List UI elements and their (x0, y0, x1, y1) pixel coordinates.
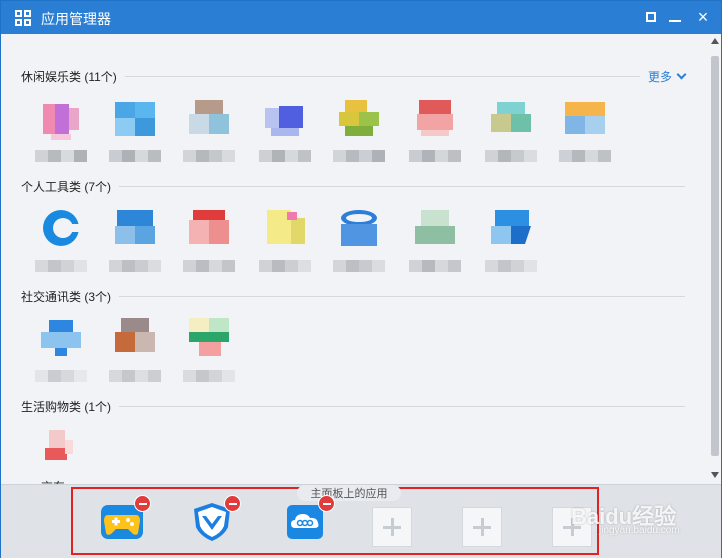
app-icon (115, 210, 155, 244)
remove-icon[interactable] (318, 495, 335, 512)
minimize-button[interactable] (665, 7, 685, 27)
title-bar: 应用管理器 × (1, 1, 721, 34)
restore-icon (646, 12, 656, 22)
scrollbar-thumb[interactable] (711, 56, 719, 456)
app-icon (341, 210, 377, 246)
app-item[interactable] (553, 96, 617, 168)
app-name-blurred (485, 150, 537, 162)
watermark-url: jingyan.baidu.com (599, 525, 680, 536)
app-item-jd[interactable]: 京东 (21, 426, 85, 484)
app-name-blurred (333, 260, 385, 272)
app-icon (339, 100, 379, 136)
app-name-blurred (259, 260, 311, 272)
app-icon (417, 100, 453, 136)
section-label: 个人工具类 (7个) (21, 178, 120, 195)
section-label: 休闲娱乐类 (11个) (21, 68, 125, 85)
app-item[interactable] (177, 316, 241, 388)
app-icon (189, 100, 229, 134)
scroll-up-icon[interactable] (711, 38, 719, 44)
app-item[interactable] (29, 96, 93, 168)
app-item[interactable] (327, 96, 391, 168)
app-item[interactable] (29, 206, 93, 278)
chevron-down-icon (676, 69, 687, 80)
app-grid-icon (15, 10, 31, 26)
minimize-icon (669, 20, 681, 22)
app-icon (115, 318, 155, 352)
app-icon (265, 106, 303, 136)
app-name-blurred (183, 260, 235, 272)
app-item[interactable] (253, 206, 317, 278)
section-divider (21, 406, 685, 407)
app-icon (189, 210, 229, 244)
app-icon (415, 210, 455, 244)
skin-button[interactable] (641, 7, 661, 27)
section-social: 社交通讯类 (3个) (21, 288, 685, 305)
app-name-blurred (259, 150, 311, 162)
app-icon (267, 210, 305, 244)
app-name-blurred (35, 150, 87, 162)
app-name-blurred (183, 150, 235, 162)
baidu-jingyan-watermark: Baidu经验 jingyan.baidu.com (571, 499, 680, 536)
section-divider (21, 186, 685, 187)
more-label: 更多 (647, 70, 672, 84)
app-icon (565, 102, 605, 134)
app-icon (189, 318, 229, 356)
app-icon (115, 102, 155, 136)
app-name-blurred (559, 150, 611, 162)
app-icon (43, 104, 79, 140)
section-label: 社交通讯类 (3个) (21, 288, 120, 305)
app-item[interactable] (177, 96, 241, 168)
add-app-slot[interactable] (372, 507, 412, 547)
app-manager-window: 应用管理器 × 休闲娱乐类 (11个) 更多 个人工具类 (7个) 社交通讯类 … (0, 0, 722, 558)
app-list: 休闲娱乐类 (11个) 更多 个人工具类 (7个) 社交通讯类 (3个) 生活购… (1, 34, 709, 484)
app-name-blurred (485, 260, 537, 272)
app-name-blurred (409, 260, 461, 272)
app-name-blurred (183, 370, 235, 382)
dock-app-weiyun[interactable] (285, 495, 335, 543)
app-item[interactable] (29, 316, 93, 388)
section-shopping: 生活购物类 (1个) (21, 398, 685, 415)
dock-app-game[interactable] (101, 495, 151, 543)
remove-icon[interactable] (224, 495, 241, 512)
app-name-blurred (109, 370, 161, 382)
add-app-slot[interactable] (462, 507, 502, 547)
scroll-down-icon[interactable] (711, 472, 719, 478)
scrollbar[interactable] (709, 34, 721, 484)
remove-icon[interactable] (134, 495, 151, 512)
app-name-blurred (409, 150, 461, 162)
app-item[interactable] (177, 206, 241, 278)
app-icon (43, 210, 81, 246)
app-icon (491, 210, 531, 244)
app-item[interactable] (253, 96, 317, 168)
section-label: 生活购物类 (1个) (21, 398, 120, 415)
app-icon (491, 102, 531, 132)
app-item[interactable] (403, 206, 467, 278)
section-tools: 个人工具类 (7个) (21, 178, 685, 195)
app-name-blurred (333, 150, 385, 162)
dock-app-security[interactable] (191, 495, 241, 543)
app-item[interactable] (103, 96, 167, 168)
app-name-blurred (109, 150, 161, 162)
app-name-blurred (109, 260, 161, 272)
more-link[interactable]: 更多 (639, 68, 687, 85)
app-item[interactable] (403, 96, 467, 168)
app-name-blurred (35, 370, 87, 382)
app-name-blurred (35, 260, 87, 272)
app-item[interactable] (327, 206, 391, 278)
section-leisure: 休闲娱乐类 (11个) 更多 (21, 68, 687, 85)
section-divider (21, 296, 685, 297)
close-button[interactable]: × (693, 7, 713, 27)
close-icon: × (697, 7, 709, 27)
window-title: 应用管理器 (41, 11, 111, 27)
app-item[interactable] (103, 206, 167, 278)
dock-label: 主面板上的应用 (297, 485, 401, 501)
jd-icon (45, 430, 73, 460)
app-item[interactable] (479, 96, 543, 168)
app-item[interactable] (103, 316, 167, 388)
app-icon (41, 320, 81, 356)
app-item[interactable] (479, 206, 543, 278)
